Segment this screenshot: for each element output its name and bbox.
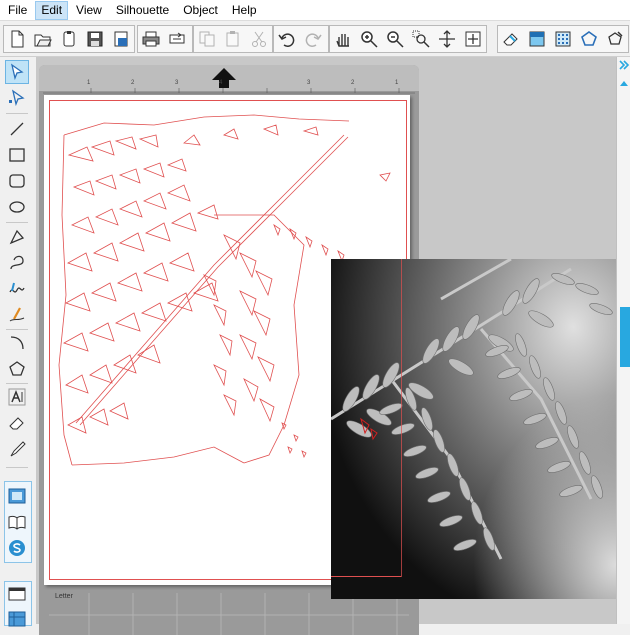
menu-file[interactable]: File — [2, 1, 33, 20]
menu-edit[interactable]: Edit — [35, 0, 69, 20]
ruler-label: 3 — [175, 80, 179, 86]
fill-pattern-icon[interactable] — [550, 26, 576, 52]
print-icon[interactable] — [138, 26, 164, 52]
cut-border-overlay — [401, 259, 402, 577]
mat-ruler: 1 2 3 4 3 2 1 — [43, 80, 415, 94]
ruler-label: 2 — [351, 80, 355, 86]
arc-tool-icon[interactable] — [5, 331, 29, 355]
save-icon[interactable] — [82, 26, 108, 52]
send-to-cutter-icon[interactable] — [164, 26, 190, 52]
menu-silhouette[interactable]: Silhouette — [110, 1, 175, 20]
scroll-up-icon[interactable] — [618, 77, 630, 89]
clipboard-tools-group — [193, 25, 273, 53]
send-panel-icon[interactable] — [5, 582, 29, 606]
silhouette-store-icon[interactable] — [5, 536, 29, 560]
menu-help[interactable]: Help — [226, 1, 263, 20]
freehand-tool-icon[interactable] — [5, 277, 29, 301]
copy-icon[interactable] — [194, 26, 220, 52]
cut-icon[interactable] — [246, 26, 272, 52]
line-tool-icon[interactable] — [5, 117, 29, 141]
pan-hand-icon[interactable] — [330, 26, 356, 52]
undo-icon[interactable] — [274, 26, 300, 52]
print-tools-group — [137, 25, 193, 53]
text-tool-icon[interactable] — [5, 385, 29, 409]
new-document-icon[interactable] — [4, 26, 30, 52]
ruler-label: 4 — [219, 80, 223, 86]
expand-panel-icon[interactable] — [618, 59, 630, 71]
curve-tool-icon[interactable] — [5, 251, 29, 275]
library-panel-icon[interactable] — [5, 510, 29, 534]
ellipse-tool-icon[interactable] — [5, 195, 29, 219]
tool-divider — [6, 467, 28, 468]
redo-icon[interactable] — [300, 26, 326, 52]
rectangle-tool-icon[interactable] — [5, 143, 29, 167]
smooth-freehand-tool-icon[interactable] — [5, 303, 29, 327]
scroll-thumb[interactable] — [620, 307, 630, 367]
file-tools-group — [3, 25, 135, 53]
knife-tool-icon[interactable] — [5, 437, 29, 461]
rounded-rectangle-tool-icon[interactable] — [5, 169, 29, 193]
history-tools-group — [273, 25, 329, 53]
page-setup-panel-icon[interactable] — [5, 606, 29, 630]
tool-divider — [6, 113, 28, 114]
eraser-tool-icon[interactable] — [5, 411, 29, 435]
open-template-icon[interactable] — [56, 26, 82, 52]
toolbar — [0, 22, 630, 57]
zoom-in-icon[interactable] — [356, 26, 382, 52]
zoom-fit-icon[interactable] — [434, 26, 460, 52]
tool-divider — [6, 222, 28, 223]
ruler-label: 3 — [307, 80, 311, 86]
zoom-select-icon[interactable] — [408, 26, 434, 52]
edit-points-tool-icon[interactable] — [5, 86, 29, 110]
fill-color-icon[interactable] — [524, 26, 550, 52]
fern-photo-image[interactable] — [331, 259, 616, 599]
menu-object[interactable]: Object — [177, 1, 224, 20]
save-library-icon[interactable] — [108, 26, 134, 52]
zoom-out-icon[interactable] — [382, 26, 408, 52]
line-style-icon[interactable] — [602, 26, 628, 52]
menu-view[interactable]: View — [70, 1, 108, 20]
line-color-icon[interactable] — [576, 26, 602, 52]
style-tools-group — [497, 25, 629, 53]
design-canvas[interactable]: 1 2 3 4 3 2 1 Letter — [36, 57, 616, 635]
regular-polygon-tool-icon[interactable] — [5, 357, 29, 381]
ruler-label: 2 — [131, 80, 135, 86]
tool-panel — [0, 57, 34, 627]
menu-bar: File Edit View Silhouette Object Help — [0, 0, 630, 21]
tool-divider — [6, 329, 28, 330]
design-page-panel-icon[interactable] — [5, 484, 29, 508]
ruler-label: 1 — [395, 80, 399, 86]
tool-divider — [6, 383, 28, 384]
ruler-label: 1 — [87, 80, 91, 86]
cut-border-overlay — [331, 576, 401, 577]
fit-page-icon[interactable] — [460, 26, 486, 52]
open-folder-icon[interactable] — [30, 26, 56, 52]
paste-icon[interactable] — [220, 26, 246, 52]
eraser-icon[interactable] — [498, 26, 524, 52]
polygon-tool-icon[interactable] — [5, 225, 29, 249]
right-side-panel — [616, 57, 630, 624]
mat-size-label: Letter — [55, 593, 73, 600]
zoom-tools-group — [329, 25, 487, 53]
select-tool-icon[interactable] — [5, 60, 29, 84]
